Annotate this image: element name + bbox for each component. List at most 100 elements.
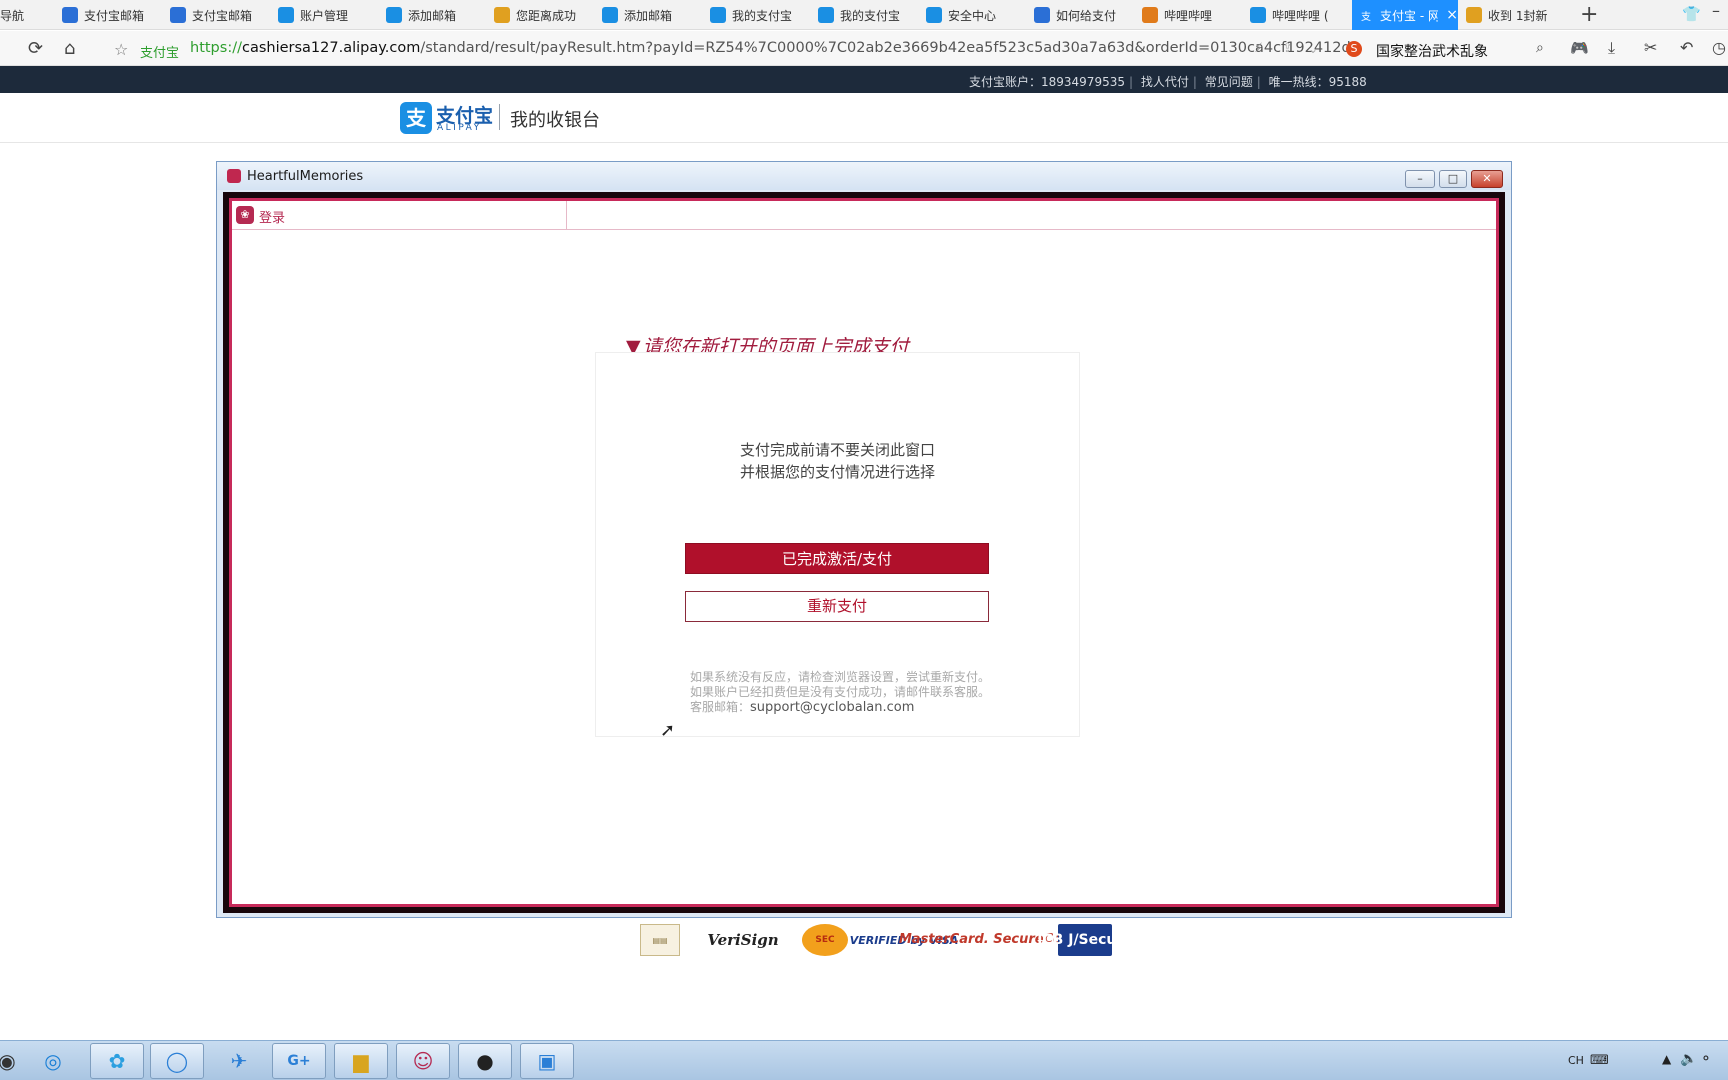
- browser-tab[interactable]: 收到 1封新: [1460, 0, 1566, 30]
- browser-tab-strip: 导航 支付宝邮箱 支付宝邮箱 账户管理 添加邮箱 您距离成功 添加邮箱 我的支付宝 我的支付宝 安…: [0, 0, 1728, 30]
- rose-icon[interactable]: ❀: [236, 206, 254, 224]
- browser-tab[interactable]: 支付宝邮箱: [56, 0, 162, 30]
- pay-hint-line2: 如果账户已经扣费但是没有支付成功，请邮件联系客服。: [690, 685, 991, 699]
- browser-tab[interactable]: 如何给支付: [1028, 0, 1134, 30]
- speaker-icon[interactable]: 🔈: [1680, 1051, 1697, 1067]
- baidu-netdisk-taskbar-icon[interactable]: ✿: [90, 1043, 144, 1079]
- browser-tab[interactable]: 添加邮箱: [380, 0, 486, 30]
- browser-tab-label: 添加邮箱: [408, 8, 457, 23]
- browser-tab[interactable]: 您距离成功: [488, 0, 594, 30]
- window-maximize-button[interactable]: □: [1439, 170, 1467, 188]
- obs-taskbar-icon[interactable]: ●: [458, 1043, 512, 1079]
- alipay-icon: [602, 7, 618, 23]
- download-icon[interactable]: ⤓: [1608, 38, 1615, 58]
- window-minimize-button[interactable]: –: [1405, 170, 1435, 188]
- skin-icon[interactable]: 👕: [1682, 5, 1701, 23]
- bird-taskbar-icon[interactable]: ✈: [212, 1043, 266, 1079]
- refresh-icon[interactable]: ⟳: [28, 38, 43, 59]
- alipay-top-bar: 支付宝账户：18934979535 | 找人代付 | 常见问题 | 唯一热线：9518…: [0, 66, 1728, 93]
- share-icon[interactable]: ⇪: [1282, 41, 1293, 56]
- app-toolbar: ❀ 登录: [232, 201, 1496, 230]
- browser-tab-label: 哔哩哔哩: [1164, 8, 1213, 23]
- new-tab-button[interactable]: +: [1580, 2, 1598, 27]
- app-window: HeartfulMemories – □ ✕ ❀ 登录 ▼ 请您在新打开的页面上完…: [216, 161, 1512, 918]
- clock-icon[interactable]: ◷: [1712, 38, 1726, 57]
- bilibili-icon: [1250, 7, 1266, 23]
- search-engine-box[interactable]: S 国家整治武术乱象: [1346, 41, 1488, 61]
- show-hidden-icons-icon[interactable]: ▲: [1662, 1052, 1671, 1066]
- browser-tab[interactable]: 账户管理: [272, 0, 378, 30]
- browser-tab-label: 账户管理: [300, 8, 349, 23]
- url-host: cashiersa127.alipay.com: [241, 40, 421, 56]
- account-text: 支付宝账户：18934979535: [969, 75, 1125, 89]
- url-scheme: https://: [190, 40, 242, 56]
- close-tab-icon[interactable]: ×: [1446, 7, 1458, 23]
- minimize-window-button[interactable]: –: [1712, 1, 1720, 20]
- jcb-jsecure-badge: JCB J/Secure: [1037, 924, 1133, 956]
- alipay-icon: [926, 7, 942, 23]
- scissors-icon[interactable]: ✂: [1644, 38, 1657, 57]
- pay-message-line2: 并根据您的支付情况进行选择: [739, 463, 935, 481]
- browser-tab-label: 我的支付宝: [732, 8, 793, 23]
- home-icon[interactable]: ⌂: [64, 38, 75, 59]
- chevron-down-icon[interactable]: ⌄: [1308, 42, 1318, 56]
- sogou-icon: S: [1346, 41, 1362, 57]
- app-frame: ❀ 登录 ▼ 请您在新打开的页面上完成支付 支付完成前请不要关闭此窗口 并根据您的…: [223, 192, 1505, 913]
- browser-tab-label: 添加邮箱: [624, 8, 673, 23]
- gamepad-icon[interactable]: 🎮: [1570, 39, 1589, 57]
- window-close-button[interactable]: ✕: [1471, 170, 1503, 188]
- lightning-icon[interactable]: ⚡: [1254, 41, 1263, 56]
- browser-tab[interactable]: 哔哩哔哩: [1136, 0, 1242, 30]
- pay-hint: 如果系统没有反应，请检查浏览器设置，尝试重新支付。 如果账户已经扣费但是没有支付…: [690, 670, 990, 715]
- url-field[interactable]: https://cashiersa127.alipay.com/standard…: [190, 40, 1351, 56]
- chat-taskbar-icon[interactable]: ◯: [150, 1043, 204, 1079]
- browser-tab[interactable]: 添加邮箱: [596, 0, 702, 30]
- pay-for-me-link[interactable]: 找人代付: [1141, 75, 1189, 89]
- browser-tab-label: 导航: [0, 8, 25, 23]
- pay-message: 支付完成前请不要关闭此窗口 并根据您的支付情况进行选择: [596, 439, 1079, 483]
- login-link[interactable]: 登录: [259, 207, 285, 226]
- browser-tab[interactable]: 哔哩哔哩 (: [1244, 0, 1350, 30]
- browser-tab[interactable]: 我的支付宝: [704, 0, 810, 30]
- alipay-header: 支 支付宝 ALIPAY 我的收银台: [0, 93, 1728, 143]
- folder-taskbar-icon[interactable]: ▆: [334, 1043, 388, 1079]
- browser-tab[interactable]: 安全中心: [920, 0, 1026, 30]
- input-language-indicator[interactable]: CH: [1568, 1054, 1584, 1067]
- app-frame-border: ❀ 登录 ▼ 请您在新打开的页面上完成支付 支付完成前请不要关闭此窗口 并根据您的…: [229, 198, 1499, 907]
- undo-icon[interactable]: ↶: [1680, 38, 1693, 57]
- support-email[interactable]: support@cyclobalan.com: [750, 700, 914, 715]
- remote-desktop-taskbar-icon[interactable]: ▣: [520, 1043, 574, 1079]
- pay-result-box: 支付完成前请不要关闭此窗口 并根据您的支付情况进行选择 已完成激活/支付 重新支…: [595, 352, 1080, 737]
- browser-tab[interactable]: 导航: [0, 0, 52, 30]
- alipay-icon: 支: [1361, 11, 1371, 23]
- retry-payment-button[interactable]: 重新支付: [685, 591, 989, 622]
- search-icon[interactable]: ⌕: [1536, 40, 1544, 56]
- browser-tab[interactable]: 我的支付宝: [812, 0, 918, 30]
- app-toolbar-left: ❀ 登录: [232, 201, 567, 230]
- taskbar: ◉ ◎ ✿ ◯ ✈ G+ ▆ ☺ ● ▣ CH ⌨ ▲ 🔈 ⚬: [0, 1040, 1728, 1080]
- g-plus-taskbar-icon[interactable]: G+: [272, 1043, 326, 1079]
- system-tray: CH ⌨ ▲ 🔈 ⚬: [1568, 1041, 1728, 1080]
- app-client-area: ❀ 登录 ▼ 请您在新打开的页面上完成支付 支付完成前请不要关闭此窗口 并根据您的…: [232, 201, 1496, 904]
- payment-complete-button[interactable]: 已完成激活/支付: [685, 543, 989, 574]
- baidu-paw-icon: [1034, 7, 1050, 23]
- browser-taskbar-icon[interactable]: ◎: [26, 1043, 80, 1079]
- faq-link[interactable]: 常见问题: [1205, 75, 1253, 89]
- alipay-icon: [386, 7, 402, 23]
- pay-message-line1: 支付完成前请不要关闭此窗口: [739, 441, 935, 459]
- network-icon[interactable]: ⚬: [1700, 1051, 1712, 1067]
- bookmark-star-icon[interactable]: ☆: [114, 40, 128, 59]
- browser-tab[interactable]: 支付宝邮箱: [164, 0, 270, 30]
- browser-tab[interactable]: 支支付宝 - 网 ×: [1352, 0, 1458, 30]
- keyboard-icon[interactable]: ⌨: [1590, 1053, 1609, 1068]
- logo-divider: [499, 104, 500, 130]
- app-window-titlebar[interactable]: HeartfulMemories – □ ✕: [217, 162, 1511, 190]
- browser-address-bar: ⟳ ⌂ ☆ 支付宝 https://cashiersa127.alipay.co…: [0, 31, 1728, 66]
- heartful-memories-taskbar-icon[interactable]: ☺: [396, 1043, 450, 1079]
- app-window-title: HeartfulMemories: [247, 169, 364, 184]
- alipay-logo-icon[interactable]: 支: [400, 102, 432, 134]
- browser-tab-label: 您距离成功: [516, 8, 577, 23]
- browser-tab-label: 哔哩哔哩 (: [1272, 8, 1329, 23]
- alipay-logo-sub: ALIPAY: [437, 123, 482, 133]
- browser-tab-label: 如何给支付: [1056, 8, 1117, 23]
